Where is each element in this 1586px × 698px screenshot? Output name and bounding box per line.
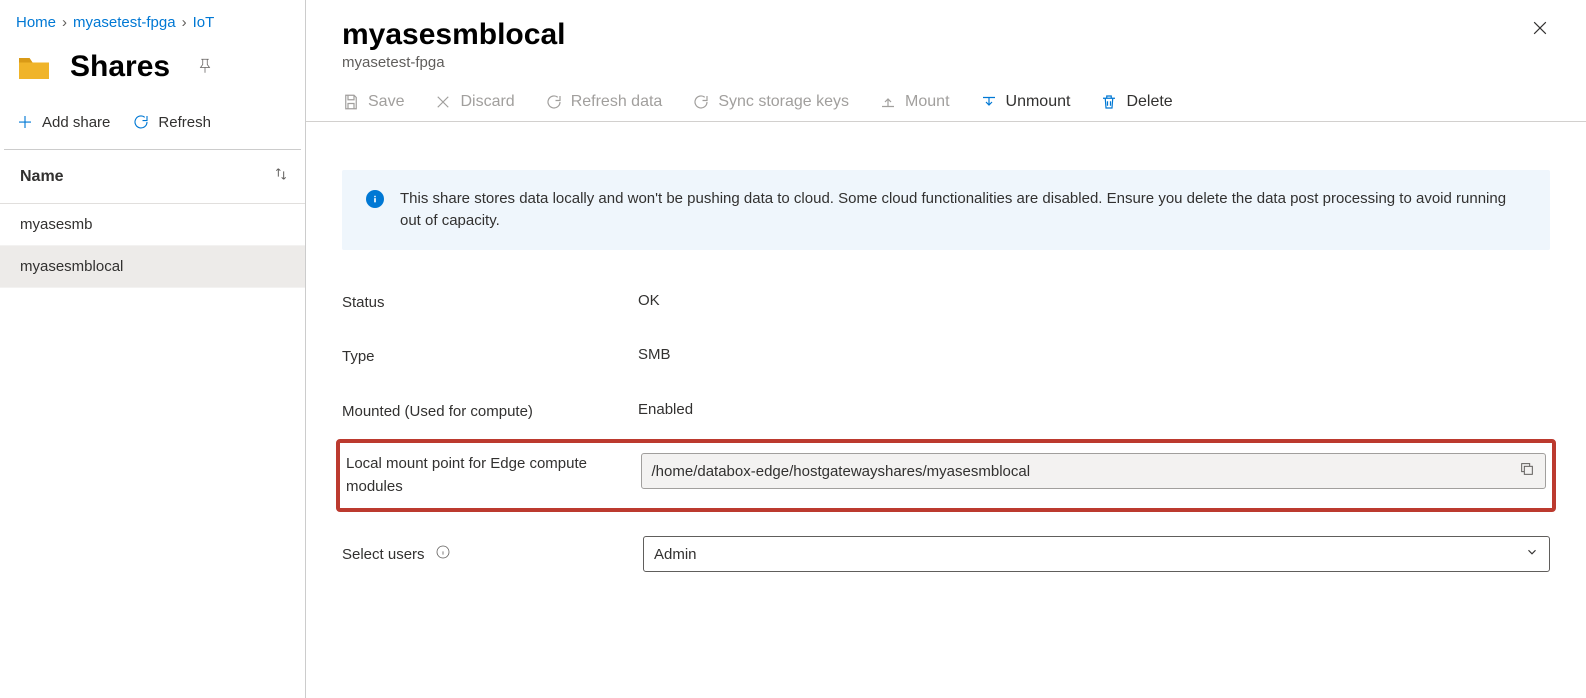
- breadcrumb-resource[interactable]: myasetest-fpga: [73, 14, 176, 31]
- mounted-label: Mounted (Used for compute): [342, 401, 638, 424]
- property-row-type: Type SMB: [342, 330, 1550, 385]
- save-button: Save: [342, 93, 404, 111]
- page-title-row: Shares: [0, 31, 305, 91]
- delete-label: Delete: [1126, 93, 1172, 111]
- property-row-status: Status OK: [342, 276, 1550, 331]
- refresh-label: Refresh: [158, 114, 211, 131]
- copy-icon[interactable]: [1519, 461, 1535, 481]
- column-header-name[interactable]: Name: [0, 150, 305, 204]
- select-users-row: Select users Admin: [306, 512, 1586, 572]
- highlight-mount-point: Local mount point for Edge compute modul…: [336, 439, 1556, 512]
- pin-icon[interactable]: [196, 57, 214, 78]
- mount-button: Mount: [879, 93, 949, 111]
- mount-point-field: /home/databox-edge/hostgatewayshares/mya…: [641, 453, 1547, 489]
- status-value: OK: [638, 292, 660, 309]
- info-icon[interactable]: [435, 544, 451, 564]
- mount-label: Mount: [905, 93, 949, 111]
- breadcrumb-tail[interactable]: IoT: [193, 14, 215, 31]
- refresh-button[interactable]: Refresh: [132, 113, 211, 131]
- mounted-value: Enabled: [638, 401, 693, 418]
- detail-title: myasesmblocal: [342, 18, 1550, 52]
- chevron-down-icon: [1525, 545, 1539, 563]
- unmount-label: Unmount: [1006, 93, 1071, 111]
- info-icon: [366, 190, 384, 208]
- command-bar: Save Discard Refresh data Sync storage k…: [306, 71, 1586, 122]
- column-name-label: Name: [20, 168, 64, 186]
- delete-button[interactable]: Delete: [1100, 93, 1172, 111]
- detail-panel: myasesmblocal myasetest-fpga Save Discar…: [306, 0, 1586, 698]
- properties: Status OK Type SMB Mounted (Used for com…: [306, 276, 1586, 513]
- add-share-button[interactable]: Add share: [16, 113, 110, 131]
- refresh-data-button: Refresh data: [545, 93, 663, 111]
- breadcrumb-home[interactable]: Home: [16, 14, 56, 31]
- list-item[interactable]: myasesmb: [0, 204, 305, 246]
- detail-subtitle: myasetest-fpga: [342, 54, 1550, 71]
- detail-header: myasesmblocal myasetest-fpga: [306, 0, 1586, 71]
- select-users-value: Admin: [654, 546, 697, 563]
- breadcrumb: Home › myasetest-fpga › IoT: [0, 0, 305, 31]
- status-label: Status: [342, 292, 638, 315]
- chevron-right-icon: ›: [62, 14, 67, 31]
- sync-storage-keys-button: Sync storage keys: [692, 93, 849, 111]
- close-button[interactable]: [1530, 18, 1550, 41]
- save-label: Save: [368, 93, 404, 111]
- select-users-label: Select users: [342, 546, 425, 563]
- chevron-right-icon: ›: [182, 14, 187, 31]
- type-label: Type: [342, 346, 638, 369]
- mount-point-label: Local mount point for Edge compute modul…: [346, 453, 641, 498]
- sort-icon[interactable]: [273, 166, 289, 187]
- property-row-mount-point: Local mount point for Edge compute modul…: [340, 453, 1552, 498]
- left-toolbar: Add share Refresh: [0, 91, 305, 149]
- discard-button: Discard: [434, 93, 514, 111]
- refresh-data-label: Refresh data: [571, 93, 663, 111]
- info-message: This share stores data locally and won't…: [400, 188, 1526, 232]
- add-share-label: Add share: [42, 114, 110, 131]
- type-value: SMB: [638, 346, 671, 363]
- page-title: Shares: [70, 50, 170, 84]
- property-row-mounted: Mounted (Used for compute) Enabled: [342, 385, 1550, 440]
- sync-label: Sync storage keys: [718, 93, 849, 111]
- select-users-dropdown[interactable]: Admin: [643, 536, 1550, 572]
- unmount-button[interactable]: Unmount: [980, 93, 1071, 111]
- info-banner: This share stores data locally and won't…: [342, 170, 1550, 250]
- mount-point-value: /home/databox-edge/hostgatewayshares/mya…: [652, 463, 1031, 480]
- left-panel: Home › myasetest-fpga › IoT Shares Add s…: [0, 0, 306, 698]
- folder-icon: [16, 49, 52, 85]
- list-item[interactable]: myasesmblocal: [0, 246, 305, 288]
- discard-label: Discard: [460, 93, 514, 111]
